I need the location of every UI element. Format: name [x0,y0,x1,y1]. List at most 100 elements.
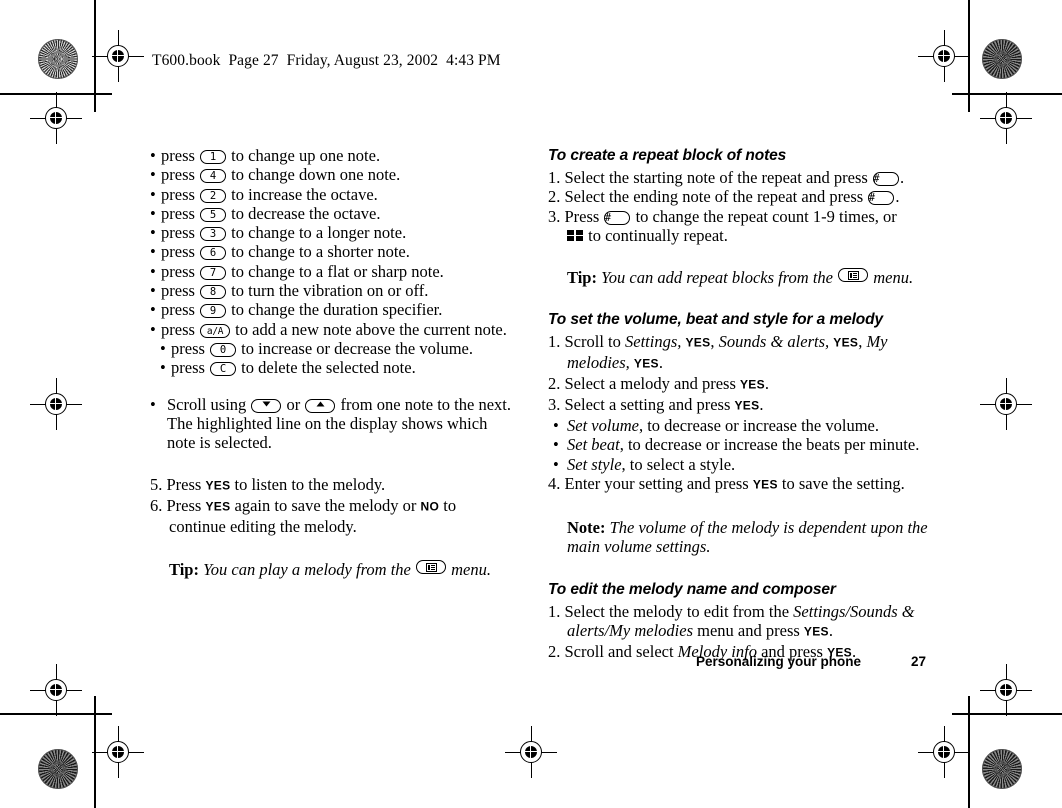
phone-key-5-icon[interactable]: 5 [200,207,227,222]
press-word: press [171,358,205,378]
step-6: 6. Press YES again to save the melody or… [150,496,512,536]
step-text-before: Select a setting and press [564,395,735,415]
list-item: • Set volume, to decrease or increase th… [548,416,940,435]
step-3: 3. Select a setting and press YES. [548,395,940,416]
press-word: press [161,242,195,262]
scroll-down-key-icon[interactable] [251,398,282,413]
step-5: 5. Press YES to listen to the melody. [150,475,512,496]
list-item-label: to increase the octave. [231,184,378,204]
bullet-dot: • [150,203,156,223]
phone-key-0-icon[interactable]: 0 [210,342,237,357]
step-number: 5. [150,475,163,495]
step-text-before: Select the starting note of the repeat a… [564,168,872,187]
step-1: 1. Select the starting note of the repea… [548,168,940,187]
bullet-dot: • [150,242,156,262]
repeat-forever-icon [567,229,584,242]
step-text-after: to save the setting. [777,474,905,493]
scroll-up-key-icon[interactable] [305,398,336,413]
step-text-before: Select the ending note of the repeat and… [564,187,868,207]
section-heading-edit-melody-name: To edit the melody name and composer [548,580,836,598]
phone-key-4-icon[interactable]: 4 [200,169,227,184]
step-number: 1. [548,601,561,621]
softkey-yes[interactable]: YES [205,479,230,493]
pdf-header-stamp: T600.book Page 27 Friday, August 23, 200… [152,52,501,69]
step-text-mid: menu and press [693,620,804,640]
list-item: • Set beat, to decrease or increase the … [548,435,940,454]
bullet-dot: • [150,223,156,243]
setting-term: Set style [567,454,622,474]
key-shortcut-list: • press 1 to change up one note. • press 4… [150,146,512,378]
step-text-before: Press [166,475,206,495]
continuation-text: to continually repeat. [588,225,728,245]
list-item-label: to increase or decrease the volume. [241,338,473,358]
phone-key-1-icon[interactable]: 1 [200,150,227,164]
step-1: 1. Scroll to Settings, YES, Sounds & ale… [548,332,940,374]
menu-key-icon[interactable] [838,268,869,283]
softkey-yes[interactable]: YES [686,336,711,350]
list-item: • press 6 to change to a shorter note. [150,242,512,261]
tip-add-repeat-blocks: Tip: You can add repeat blocks from the … [548,268,940,287]
phone-key-hash-icon[interactable]: # [604,210,631,225]
softkey-yes[interactable]: YES [740,378,765,392]
press-word: press [161,223,195,243]
tip-label: Tip: [169,559,199,579]
section-heading-repeat-block: To create a repeat block of notes [548,147,787,164]
footer-page-number: 27 [910,654,926,669]
softkey-no[interactable]: NO [421,500,440,514]
tip-text-after: menu. [451,559,491,579]
step-4: 4. Enter your setting and press YES to s… [548,474,940,495]
bullet-dot: • [553,416,559,436]
softkey-yes[interactable]: YES [804,624,829,638]
press-word: press [161,300,195,320]
press-word: press [161,261,195,281]
phone-key-9-icon[interactable]: 9 [200,304,227,319]
softkey-yes[interactable]: YES [205,500,230,514]
softkey-yes[interactable]: YES [833,336,858,350]
phone-key-hash-icon[interactable]: # [868,191,895,206]
left-column: • press 1 to change up one note. • press 4… [150,146,512,579]
step-text-after: . [895,187,900,207]
tip-label: Tip: [567,268,597,288]
phone-key-aA-icon[interactable]: a/A [200,323,231,338]
bullet-dot: • [150,184,156,204]
phone-key-8-icon[interactable]: 8 [200,285,227,300]
step-3: 3. Press # to change the repeat count 1-… [548,207,940,226]
phone-key-7-icon[interactable]: 7 [200,265,227,280]
softkey-yes[interactable]: YES [753,478,778,492]
step-number: 2. [548,374,561,394]
list-item-label: to decrease the octave. [231,203,381,223]
setting-desc: , to decrease or increase the beats per … [619,435,920,455]
setting-desc: , to decrease or increase the volume. [638,416,879,436]
menu-key-icon[interactable] [415,559,446,574]
bullet-dot: • [553,454,559,474]
step-number: 3. [548,206,561,226]
list-item-label: to turn the vibration on or off. [231,281,429,301]
step-3-continuation: to continually repeat. [548,226,940,245]
step-number: 3. [548,395,561,415]
note-volume-dependency: Note: The volume of the melody is depend… [548,518,940,557]
step-2: 2. Select a melody and press YES. [548,374,940,395]
list-item: • press 1 to change up one note. [150,146,512,165]
footer-section-title: Personalizing your phone [696,654,862,669]
scroll-prefix: Scroll using [167,394,247,414]
list-item: • press C to delete the selected note. [160,358,512,377]
softkey-yes[interactable]: YES [735,399,760,413]
list-item: • press 4 to change down one note. [150,165,512,184]
softkey-yes[interactable]: YES [634,357,659,371]
bullet-dot: • [160,358,166,378]
tip-text-before: You can add repeat blocks from the [601,268,833,288]
step-number: 2. [548,187,561,207]
setting-term: Set volume [567,416,639,436]
step-number: 4. [548,474,561,493]
step-text-after: to listen to the melody. [230,475,386,495]
phone-key-hash-icon[interactable]: # [872,172,899,186]
tip-play-melody: Tip: You can play a melody from the menu… [150,559,512,579]
phone-key-c-icon[interactable]: C [210,362,237,377]
phone-key-2-icon[interactable]: 2 [200,188,227,203]
phone-key-3-icon[interactable]: 3 [200,227,227,242]
step-number: 6. [150,496,163,516]
phone-key-6-icon[interactable]: 6 [200,246,227,261]
